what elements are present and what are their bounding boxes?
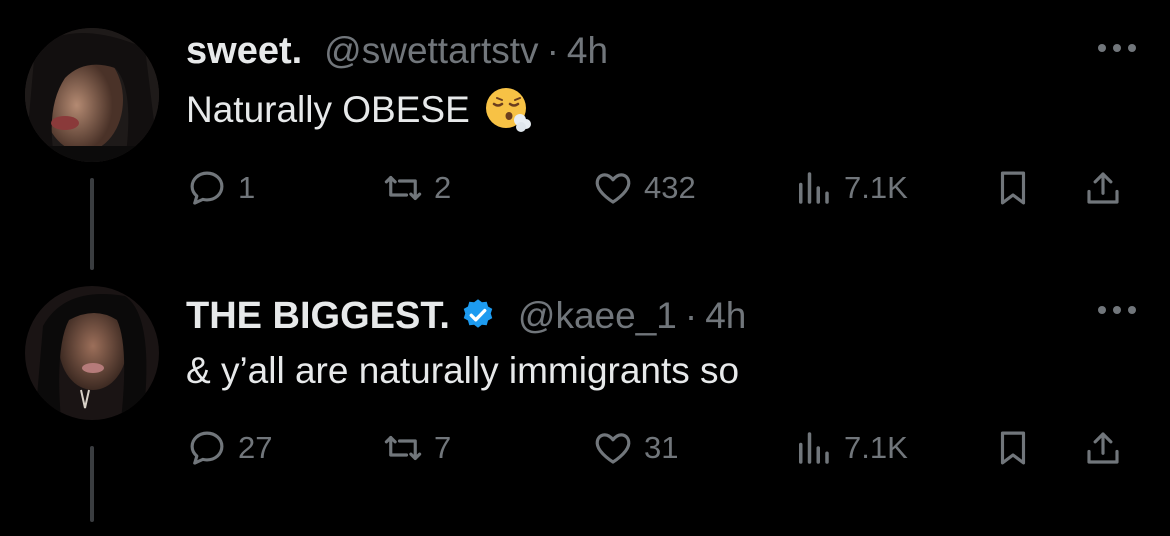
tweet-text-row: Naturally OBESE [186,84,532,136]
like-button[interactable]: 432 [592,166,696,210]
repost-icon [384,175,422,201]
avatar[interactable] [25,28,159,162]
tweet-text-row: & y’all are naturally immigrants so [186,346,739,396]
avatar[interactable] [25,286,159,420]
separator-dot: · [546,30,559,71]
display-name[interactable]: sweet. [186,30,302,73]
more-options-icon[interactable] [1096,304,1138,316]
tweet-2[interactable]: THE BIGGEST. @kaee_1 · 4h & y’all are na… [0,268,1170,536]
thread-line [90,446,94,522]
repost-icon [384,435,422,461]
user-handle[interactable]: @swettartstv [324,30,538,72]
repost-count: 7 [434,430,452,465]
tweet-header: sweet. @swettartstv · 4h [186,30,608,73]
thread-line [90,178,94,270]
repost-count: 2 [434,170,452,205]
heart-icon [595,173,631,204]
reply-button[interactable]: 1 [186,166,255,210]
views-count: 7.1K [844,430,908,465]
share-button[interactable] [1082,166,1124,210]
tweet-header: THE BIGGEST. @kaee_1 · 4h [186,292,746,338]
reply-count: 1 [238,170,256,205]
display-name[interactable]: THE BIGGEST. [186,295,450,338]
tweet-actions: 27 7 31 7.1K [186,426,1136,470]
share-icon [1087,432,1119,464]
reply-button[interactable]: 27 [186,426,272,470]
heart-icon [595,433,631,464]
like-count: 432 [644,170,696,205]
reply-icon [190,431,224,465]
timestamp[interactable]: 4h [567,30,608,72]
views-button[interactable]: 7.1K [792,166,908,210]
bookmark-button[interactable] [992,426,1034,470]
reply-count: 27 [238,430,273,465]
user-handle[interactable]: @kaee_1 [518,295,677,337]
share-icon [1087,172,1119,204]
repost-button[interactable]: 2 [382,166,451,210]
separator-dot: · [684,295,698,336]
views-button[interactable]: 7.1K [792,426,908,470]
repost-button[interactable]: 7 [382,426,451,470]
bookmark-icon [1000,171,1026,205]
views-count: 7.1K [844,170,908,205]
face-exhaling-emoji-icon [485,88,531,132]
analytics-icon [799,432,829,464]
reply-icon [190,171,224,205]
tweet-1[interactable]: sweet. @swettartstv · 4h Naturally OBESE… [0,0,1170,270]
share-button[interactable] [1082,426,1124,470]
verified-badge-icon [463,299,493,328]
bookmark-icon [1000,431,1026,465]
tweet-text: & y’all are naturally immigrants so [186,350,740,391]
tweet-text: Naturally OBESE [186,89,470,130]
like-button[interactable]: 31 [592,426,678,470]
tweet-actions: 1 2 432 7.1K [186,166,1136,210]
timestamp[interactable]: 4h [705,295,746,337]
bookmark-button[interactable] [992,166,1034,210]
more-options-icon[interactable] [1096,42,1138,54]
like-count: 31 [644,430,679,465]
analytics-icon [799,172,829,204]
